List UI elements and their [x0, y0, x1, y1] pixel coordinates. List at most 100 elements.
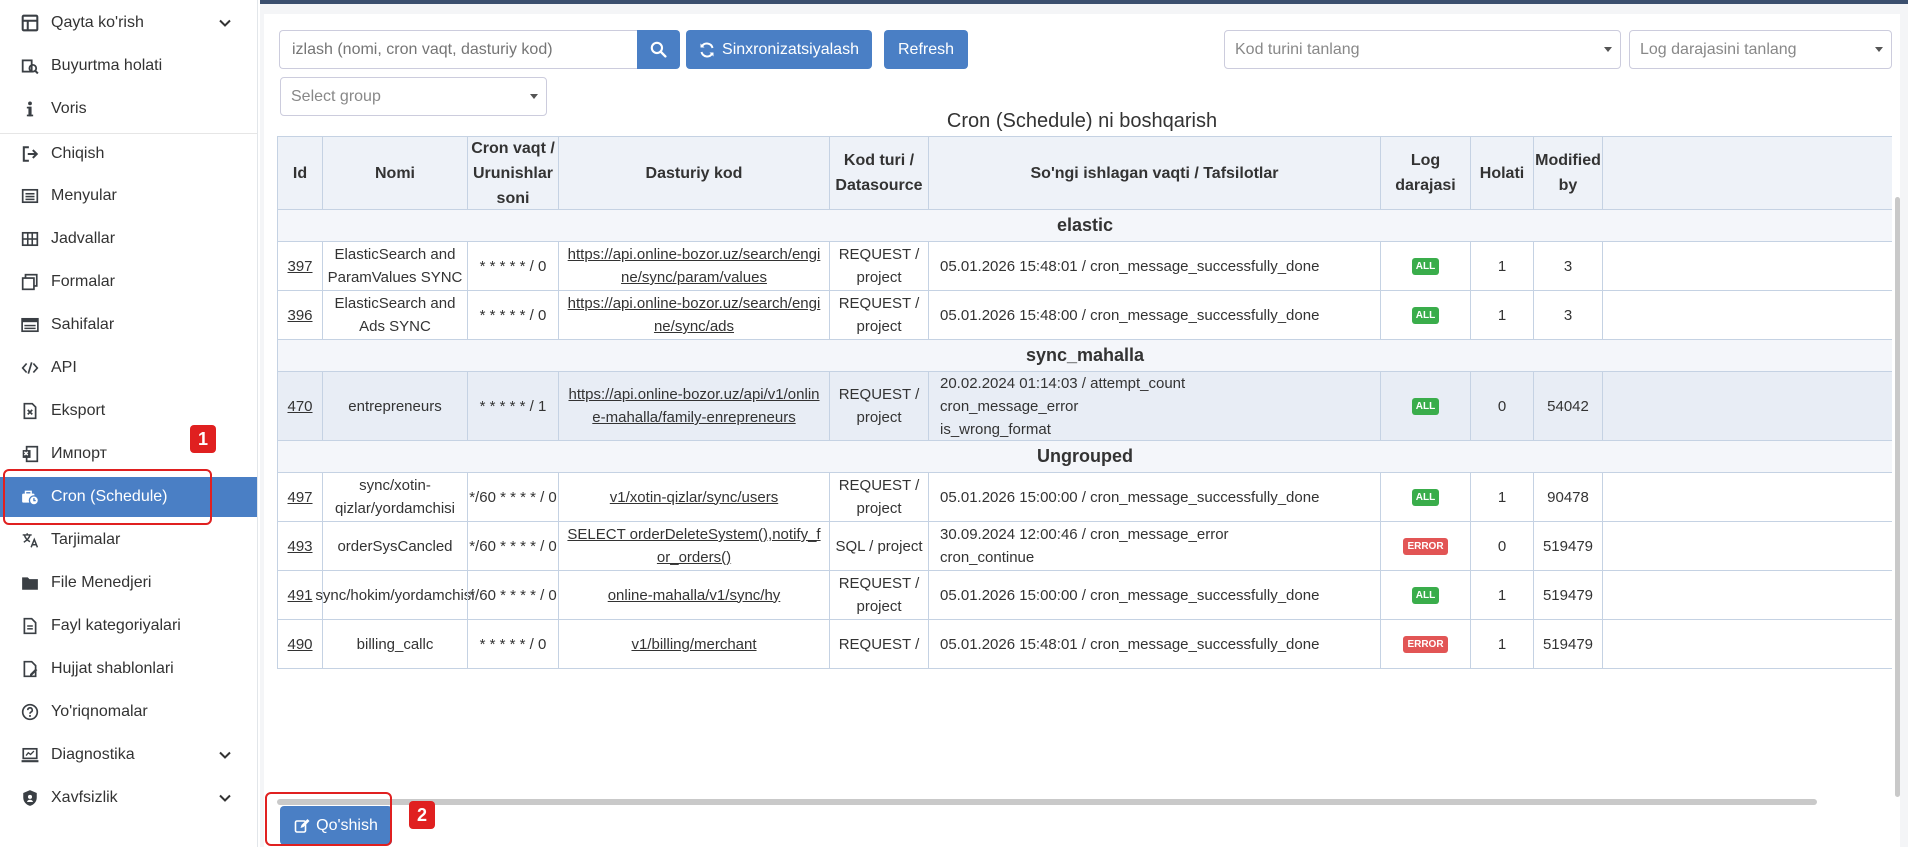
id-link[interactable]: 493: [287, 535, 312, 558]
sidebar-item-api[interactable]: API: [0, 348, 257, 388]
list-icon: [20, 186, 40, 206]
sidebar-item-yo-riqnomalar[interactable]: Yo'riqnomalar: [0, 692, 257, 732]
sidebar-item-label: API: [51, 359, 77, 376]
code-link[interactable]: https://api.online-bozor.uz/api/v1/onlin…: [559, 383, 829, 429]
cell-code[interactable]: v1/billing/merchant: [558, 619, 830, 669]
cell-log-level: ALL: [1380, 472, 1471, 522]
sidebar-item-voris[interactable]: Voris: [0, 89, 257, 129]
id-link[interactable]: 497: [287, 486, 312, 509]
sidebar-item-eksport[interactable]: Eksport: [0, 391, 257, 431]
cell-code[interactable]: https://api.online-bozor.uz/search/engin…: [558, 290, 830, 340]
cell-id[interactable]: 493: [277, 521, 323, 571]
code-link[interactable]: https://api.online-bozor.uz/search/engin…: [559, 243, 829, 289]
cell-code[interactable]: v1/xotin-qizlar/sync/users: [558, 472, 830, 522]
cell-extra: [1602, 371, 1892, 441]
code-link[interactable]: v1/billing/merchant: [623, 633, 764, 656]
sidebar-item-label: Buyurtma holati: [51, 57, 163, 74]
cell-status: 0: [1470, 371, 1534, 441]
code-type-select[interactable]: Kod turini tanlang: [1224, 30, 1621, 69]
sidebar-item-label: Jadvallar: [51, 230, 116, 247]
code-link[interactable]: https://api.online-bozor.uz/search/engin…: [559, 292, 829, 338]
refresh-button[interactable]: Refresh: [884, 30, 968, 69]
group-row: sync_mahalla: [277, 339, 1892, 372]
horizontal-scrollbar[interactable]: [277, 799, 1817, 805]
sidebar-item-xavfsizlik[interactable]: Xavfsizlik: [0, 778, 257, 818]
log-level-badge: ERROR: [1403, 635, 1448, 653]
cell-id[interactable]: 470: [277, 371, 323, 441]
sync-label: Sinxronizatsiyalash: [722, 40, 859, 58]
cell-code[interactable]: https://api.online-bozor.uz/search/engin…: [558, 241, 830, 291]
sidebar-item-label: Hujjat shablonlari: [51, 660, 174, 677]
sidebar-item-tarjimalar[interactable]: Tarjimalar: [0, 520, 257, 560]
chevron-down-icon[interactable]: [217, 15, 233, 31]
cell-id[interactable]: 497: [277, 472, 323, 522]
sidebar-item-buyurtma-holati[interactable]: Buyurtma holati: [0, 46, 257, 86]
cell-code[interactable]: https://api.online-bozor.uz/api/v1/onlin…: [558, 371, 830, 441]
sidebar-item-chiqish[interactable]: Chiqish: [0, 133, 257, 173]
code-link[interactable]: online-mahalla/v1/sync/hy: [600, 584, 789, 607]
refresh-label: Refresh: [897, 40, 955, 58]
code-link[interactable]: v1/xotin-qizlar/sync/users: [602, 486, 786, 509]
search-button[interactable]: [637, 30, 680, 69]
cell-code-type: REQUEST / project: [829, 241, 929, 291]
cron-table: Id Nomi Cron vaqt / Urunishlar soni Dasturi…: [277, 136, 1892, 765]
log-level-select[interactable]: Log darajasini tanlang: [1629, 30, 1892, 69]
sync-icon: [700, 42, 714, 57]
cell-id[interactable]: 490: [277, 619, 323, 669]
id-link[interactable]: 490: [287, 633, 312, 656]
group-row: Ungrouped: [277, 440, 1892, 473]
export-icon: [20, 401, 40, 421]
vertical-scrollbar[interactable]: [1895, 197, 1900, 797]
sidebar-item-label: Formalar: [51, 273, 116, 290]
annotation-box-sidebar: [3, 469, 212, 525]
sync-button[interactable]: Sinxronizatsiyalash: [686, 30, 872, 69]
cell-last-run: 05.01.2026 15:00:00 / cron_message_succe…: [928, 472, 1381, 522]
grid-icon: [20, 229, 40, 249]
cron-panel: Sinxronizatsiyalash Refresh Kod turini t…: [264, 14, 1900, 847]
sidebar-item-hujjat-shablonlari[interactable]: Hujjat shablonlari: [0, 649, 257, 689]
sidebar-item-jadvallar[interactable]: Jadvallar: [0, 219, 257, 259]
id-link[interactable]: 491: [287, 584, 312, 607]
sidebar-item-label: Tarjimalar: [51, 531, 121, 548]
chevron-down-icon[interactable]: [217, 747, 233, 763]
sidebar-item-menyular[interactable]: Menyular: [0, 176, 257, 216]
id-link[interactable]: 396: [287, 304, 312, 327]
sidebar-item-formalar[interactable]: Formalar: [0, 262, 257, 302]
cell-code-type: REQUEST / project: [829, 371, 929, 441]
cell-last-run: 05.01.2026 15:00:00 / cron_message_succe…: [928, 570, 1381, 620]
id-link[interactable]: 397: [287, 255, 312, 278]
sidebar-item-fayl-kategoriyalari[interactable]: Fayl kategoriyalari: [0, 606, 257, 646]
cell-name: ElasticSearch and Ads SYNC: [322, 290, 468, 340]
cell-last-run: 30.09.2024 12:00:46 / cron_message_error…: [928, 521, 1381, 571]
search-icon: [650, 41, 667, 58]
order-search-icon: [20, 56, 40, 76]
search-input[interactable]: [279, 30, 637, 69]
sidebar-item-qayta-ko-rish[interactable]: Qayta ko'rish: [0, 3, 257, 43]
cell-code[interactable]: online-mahalla/v1/sync/hy: [558, 570, 830, 620]
detail-line: 05.01.2026 15:48:01 / cron_message_succe…: [940, 257, 1320, 275]
cell-modified-by: 519479: [1533, 570, 1603, 620]
top-strip: [260, 0, 1908, 4]
header-log-level: Log darajasi: [1380, 136, 1471, 210]
id-link[interactable]: 470: [287, 395, 312, 418]
detail-line: 20.02.2024 01:14:03 / attempt_count: [940, 374, 1186, 392]
chevron-down-icon[interactable]: [217, 790, 233, 806]
cell-code[interactable]: SELECT orderDeleteSystem(),notify_for_or…: [558, 521, 830, 571]
forms-icon: [20, 272, 40, 292]
code-link[interactable]: SELECT orderDeleteSystem(),notify_for_or…: [559, 523, 829, 569]
cell-id[interactable]: 397: [277, 241, 323, 291]
cell-id[interactable]: 396: [277, 290, 323, 340]
sidebar-item-file-menedjeri[interactable]: File Menedjeri: [0, 563, 257, 603]
cell-modified-by: 90478: [1533, 472, 1603, 522]
sidebar-item-sahifalar[interactable]: Sahifalar: [0, 305, 257, 345]
folder-icon: [20, 573, 40, 593]
sidebar-item-diagnostika[interactable]: Diagnostika: [0, 735, 257, 775]
cell-code-type: REQUEST / project: [829, 570, 929, 620]
cell-log-level: ALL: [1380, 241, 1471, 291]
cell-extra: [1602, 472, 1892, 522]
annotation-box-add: [265, 792, 392, 846]
cell-cron: * * * * * / 0: [467, 290, 559, 340]
sidebar-item-импорт[interactable]: Импорт: [0, 434, 257, 474]
cell-extra: [1602, 619, 1892, 669]
sidebar-item-label: Импорт: [51, 445, 107, 462]
